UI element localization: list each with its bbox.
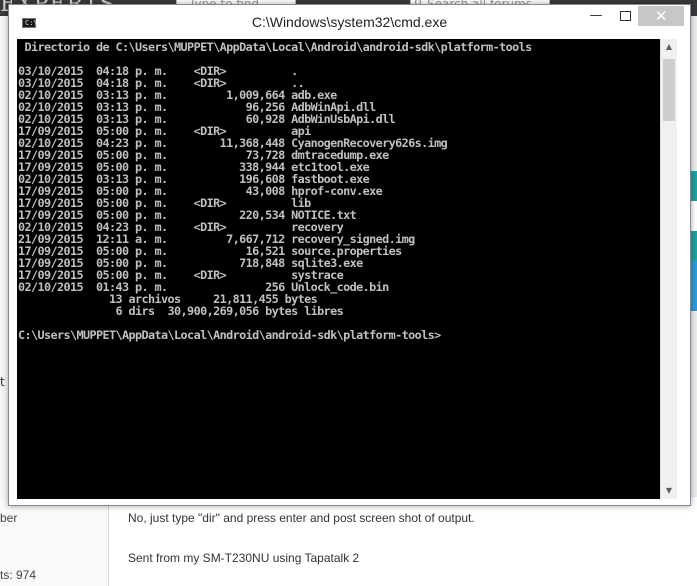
console-output[interactable]: Directorio de C:\Users\MUPPET\AppData\Lo…	[17, 39, 660, 499]
console-line: 6 dirs 30,900,269,056 bytes libres	[18, 304, 344, 318]
console-line: Directorio de C:\Users\MUPPET\AppData\Lo…	[18, 40, 533, 54]
scroll-up-arrow-icon[interactable]: ▲	[661, 39, 677, 55]
left-clipped-text: t	[0, 375, 5, 389]
close-button[interactable]: ✕	[638, 6, 684, 26]
user-post-count: ts: 974	[0, 568, 37, 582]
scrollbar-thumb[interactable]	[663, 59, 675, 121]
console-text: Directorio de C:\Users\MUPPET\AppData\Lo…	[17, 39, 660, 341]
post-signature: Sent from my SM-T230NU using Tapatalk 2	[128, 551, 360, 565]
minimize-button[interactable]: —	[581, 6, 611, 26]
console-line: C:\Users\MUPPET\AppData\Local\Android\an…	[18, 328, 441, 342]
maximize-button[interactable]	[610, 6, 640, 26]
maximize-icon	[619, 10, 631, 21]
scroll-down-arrow-icon[interactable]: ▼	[661, 483, 677, 499]
vertical-scrollbar[interactable]: ▲ ▼	[660, 39, 677, 499]
post-text: No, just type "dir" and press enter and …	[128, 511, 475, 525]
user-role: ber	[0, 511, 18, 525]
window-bottom-border	[9, 499, 690, 505]
window-titlebar[interactable]: C:\ C:\Windows\system32\cmd.exe — ✕	[9, 5, 690, 39]
cmd-window[interactable]: C:\ C:\Windows\system32\cmd.exe — ✕ Dire…	[8, 4, 691, 506]
